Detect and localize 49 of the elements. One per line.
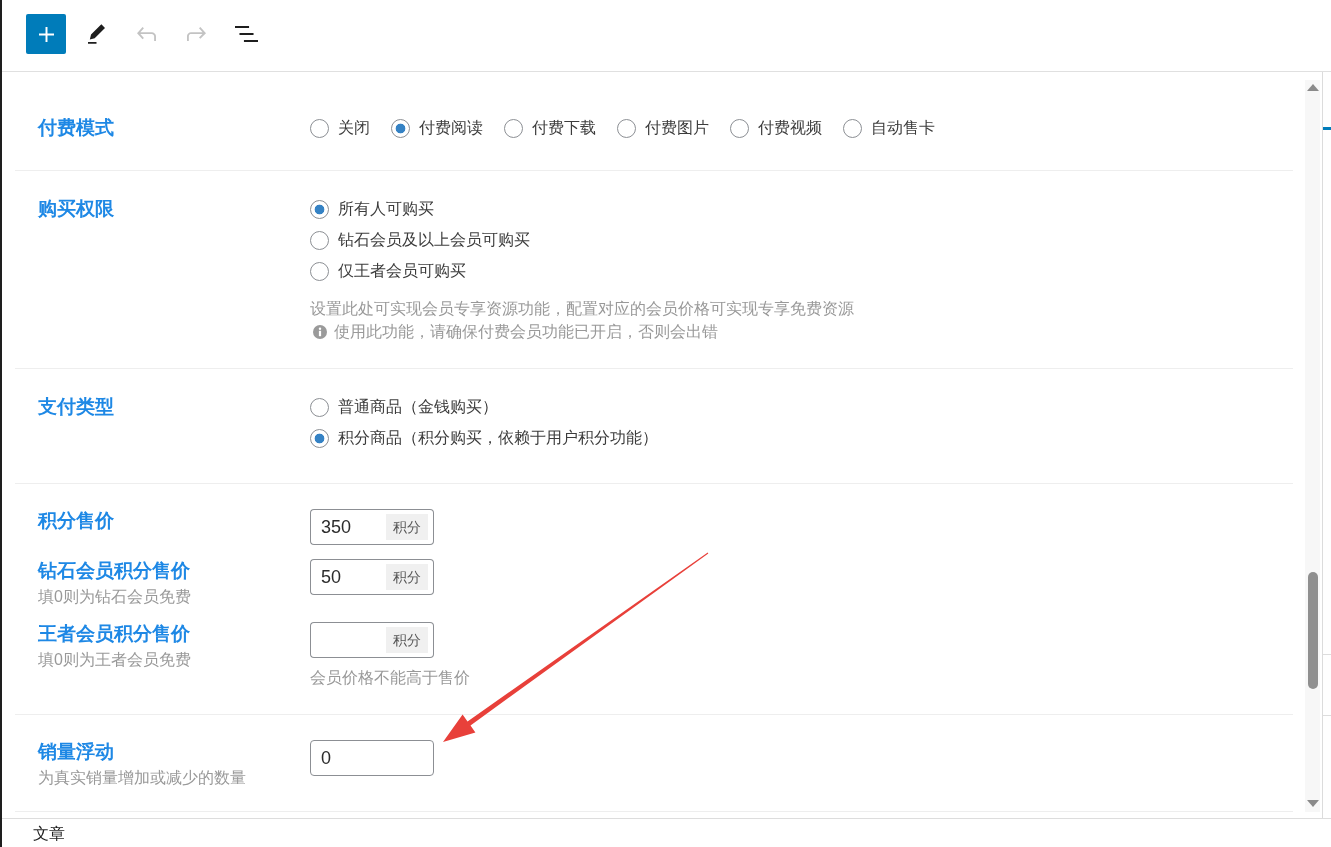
pencil-icon — [87, 24, 105, 44]
help-text: 会员价格不能高于售价 — [310, 668, 470, 688]
field-hint: 为真实销量增加或减少的数量 — [38, 768, 246, 788]
add-block-button[interactable] — [26, 14, 66, 54]
radio-button[interactable] — [310, 118, 329, 138]
breadcrumb-item[interactable]: 文章 — [33, 825, 65, 842]
field-label: 积分售价 — [38, 509, 114, 533]
scrollbar-thumb[interactable] — [1307, 572, 1318, 689]
field-label: 支付类型 — [38, 395, 114, 419]
radio-label: 自动售卡 — [871, 118, 935, 138]
radio-label: 普通商品（金钱购买） — [338, 397, 498, 417]
radio-button[interactable] — [617, 118, 636, 138]
radio-button[interactable] — [730, 118, 749, 138]
radio-label: 付费阅读 — [419, 118, 483, 138]
help-text: 使用此功能，请确保付费会员功能已开启，否则会出错 — [334, 322, 718, 342]
scroll-down-icon[interactable] — [1306, 800, 1319, 807]
info-icon — [313, 324, 327, 339]
radio-label: 仅王者会员可购买 — [338, 261, 466, 281]
radio-label: 所有人可购买 — [338, 199, 434, 219]
radio-button[interactable] — [310, 428, 329, 448]
scrollbar[interactable] — [1305, 80, 1320, 812]
plus-icon — [38, 26, 54, 42]
radio-label: 付费图片 — [645, 118, 709, 138]
field-label: 销量浮动 — [38, 740, 114, 764]
field-label: 付费模式 — [38, 116, 114, 140]
radio-label: 积分商品（积分购买，依赖于用户积分功能） — [338, 428, 658, 448]
list-icon — [234, 26, 258, 42]
tab-indicator — [1323, 127, 1331, 130]
radio-label: 钻石会员及以上会员可购买 — [338, 230, 530, 250]
radio-label: 关闭 — [338, 118, 370, 138]
radio-button[interactable] — [310, 199, 329, 219]
radio-label: 付费视频 — [758, 118, 822, 138]
field-label: 钻石会员积分售价 — [38, 559, 190, 583]
field-hint: 填0则为王者会员免费 — [38, 650, 191, 670]
undo-icon — [136, 26, 156, 42]
radio-button[interactable] — [391, 118, 410, 138]
field-label: 购买权限 — [38, 197, 114, 221]
field-hint: 填0则为钻石会员免费 — [38, 587, 191, 607]
redo-icon — [186, 26, 206, 42]
scroll-up-icon[interactable] — [1306, 84, 1319, 91]
radio-label: 付费下载 — [532, 118, 596, 138]
radio-button[interactable] — [310, 397, 329, 417]
radio-button[interactable] — [843, 118, 862, 138]
radio-button[interactable] — [310, 261, 329, 281]
help-text: 设置此处可实现会员专享资源功能，配置对应的会员价格可实现专享免费资源 — [310, 299, 854, 319]
radio-button[interactable] — [504, 118, 523, 138]
number-field[interactable]: 0 — [310, 740, 434, 776]
field-label: 王者会员积分售价 — [38, 622, 190, 646]
radio-button[interactable] — [310, 230, 329, 250]
